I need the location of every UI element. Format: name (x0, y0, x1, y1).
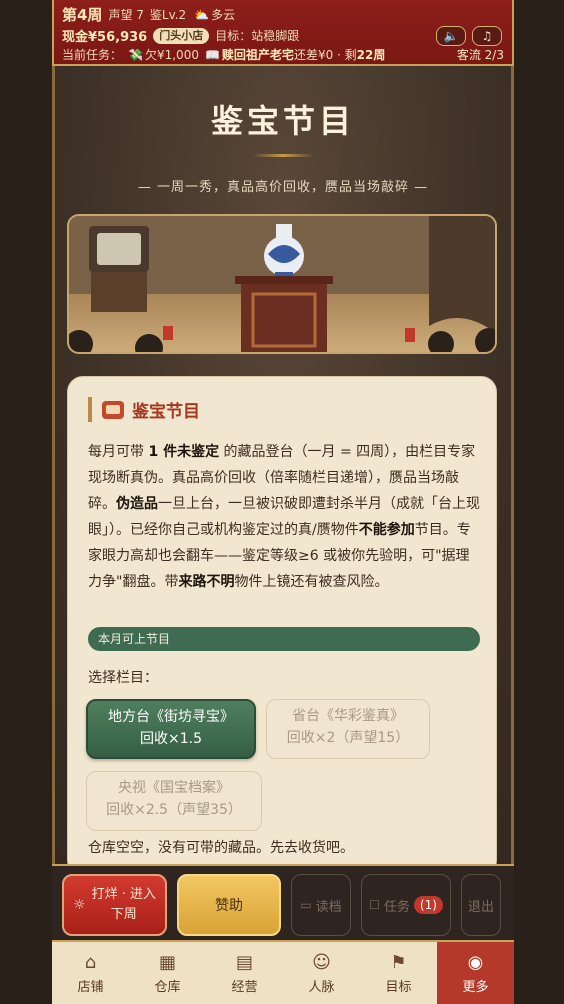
program-multiplier: 回收×1.5 (140, 731, 202, 747)
money-icon: 💸 (128, 47, 143, 62)
appraisal-level-label: 鉴Lv.2 (149, 8, 187, 22)
weather-label: 多云 (211, 8, 236, 22)
exit-label: 退出 (467, 899, 494, 915)
shop-icon: ⌂ (84, 952, 97, 973)
mission-title: 赎回祖产老宅 (221, 48, 294, 62)
card-title: 鉴宝节目 (132, 402, 200, 422)
main-panel: 鉴宝节目 — 一周一秀，真品高价回收，赝品当场敲碎 — 鉴宝节目 每月可带 1 … (55, 66, 511, 864)
show-info-card: 鉴宝节目 每月可带 1 件未鉴定 的藏品登台（一月 = 四周），由栏目专家现场断… (67, 376, 497, 864)
program-name: 省台《华彩鉴真》 (292, 708, 404, 724)
music-toggle-button[interactable]: ♫ (472, 26, 502, 46)
program-multiplier: 回收×2.5（声望35） (106, 802, 242, 818)
checklist-icon: ☐ (369, 898, 380, 912)
title-divider (253, 154, 313, 157)
music-note-icon: ♫ (481, 29, 493, 43)
empty-warehouse-note: 仓库空空，没有可带的藏品。先去收货吧。 (88, 840, 354, 856)
flag-icon: ⚑ (390, 952, 407, 973)
more-icon: ◉ (467, 952, 484, 973)
mission-progress: 还差¥0 · 剩 (293, 48, 357, 62)
folder-icon: ▭ (300, 898, 312, 912)
ledger-icon: ▤ (235, 952, 253, 973)
sponsor-button[interactable]: 赞助 (177, 874, 281, 936)
page-title: 鉴宝节目 (210, 102, 355, 140)
nav-label: 目标 (385, 980, 412, 995)
action-bar: ☼ 打烊 · 进入 下周 赞助 ▭ 读档 ☐ 任务 (1) 退出 (52, 864, 514, 940)
shop-level-badge: 门头小店 (153, 27, 210, 44)
nav-business[interactable]: ▤ 经营 (206, 942, 283, 1004)
task-prefix: 当前任务： (62, 48, 123, 62)
card-header: 鉴宝节目 (88, 397, 200, 422)
nav-label: 人脉 (308, 980, 335, 995)
exit-button[interactable]: 退出 (461, 874, 501, 936)
nav-more[interactable]: ◉ 更多 (437, 942, 514, 1004)
task-count-badge: (1) (413, 896, 443, 914)
debt-label: 欠¥1,000 (144, 48, 199, 62)
people-icon: ☺ (312, 952, 331, 973)
tv-studio-illustration (67, 214, 497, 354)
sound-toggle-button[interactable]: 🔈 (436, 26, 466, 46)
tasks-button[interactable]: ☐ 任务 (1) (361, 874, 451, 936)
mission-weeks: 22周 (356, 48, 386, 62)
sponsor-label: 赞助 (215, 898, 243, 914)
goal-label: 目标：站稳脚跟 (215, 29, 300, 43)
desc-bold-2: 伪造品 (116, 496, 158, 512)
nav-contacts[interactable]: ☺ 人脉 (283, 942, 360, 1004)
show-description: 每月可带 1 件未鉴定 的藏品登台（一月 = 四周），由栏目专家现场断真伪。真品… (88, 439, 480, 595)
program-name: 央视《国宝档案》 (118, 780, 230, 796)
program-option-province[interactable]: 省台《华彩鉴真》 回收×2（声望15） (266, 699, 430, 759)
speaker-icon: 🔈 (443, 29, 459, 43)
warehouse-icon: ▦ (158, 952, 176, 973)
sun-icon: ☼ (73, 897, 86, 913)
page-subtitle: — 一周一秀，真品高价回收，赝品当场敲碎 — (137, 180, 429, 195)
nav-goals[interactable]: ⚑ 目标 (360, 942, 437, 1004)
load-save-button[interactable]: ▭ 读档 (291, 874, 351, 936)
tasks-label: 任务 (383, 899, 410, 915)
week-label: 第4周 (62, 6, 103, 24)
nav-warehouse[interactable]: ▦ 仓库 (129, 942, 206, 1004)
load-label: 读档 (315, 899, 342, 915)
program-option-local[interactable]: 地方台《街坊寻宝》 回收×1.5 (86, 699, 256, 759)
program-name: 地方台《街坊寻宝》 (108, 709, 234, 725)
desc-text-5: 物件上镜还有被查风险。 (234, 574, 389, 590)
bottom-nav: ⌂ 店铺 ▦ 仓库 ▤ 经营 ☺ 人脉 ⚑ 目标 ◉ 更多 (52, 940, 514, 1004)
status-bar: 第4周 声望 7 鉴Lv.2 ⛅ 多云 现金¥56,936 门头小店 目标：站稳… (52, 0, 514, 66)
choose-program-label: 选择栏目： (88, 670, 158, 686)
nav-label: 更多 (462, 980, 489, 995)
close-shop-next-week-button[interactable]: ☼ 打烊 · 进入 下周 (62, 874, 167, 936)
desc-text-1: 每月可带 (88, 444, 149, 460)
cloud-icon: ⛅ (194, 7, 210, 22)
desc-bold-1: 1 件未鉴定 (148, 444, 220, 460)
nav-label: 经营 (231, 980, 258, 995)
month-availability-bar: 本月可上节目 (88, 627, 480, 651)
nav-label: 店铺 (77, 980, 104, 995)
reputation-label: 声望 7 (108, 8, 144, 22)
desc-bold-3: 不能参加 (358, 522, 415, 538)
close-shop-label: 打烊 · 进入 下周 (91, 887, 156, 922)
nav-shop[interactable]: ⌂ 店铺 (52, 942, 129, 1004)
cash-label: 现金¥56,936 (62, 30, 148, 45)
program-multiplier: 回收×2（声望15） (286, 730, 410, 746)
desc-bold-4: 来路不明 (178, 574, 235, 590)
tv-icon (102, 400, 124, 419)
book-icon: 📖 (204, 47, 220, 62)
nav-label: 仓库 (154, 980, 181, 995)
program-option-cctv[interactable]: 央视《国宝档案》 回收×2.5（声望35） (86, 771, 262, 831)
guest-flow-label: 客流 2/3 (456, 48, 504, 62)
